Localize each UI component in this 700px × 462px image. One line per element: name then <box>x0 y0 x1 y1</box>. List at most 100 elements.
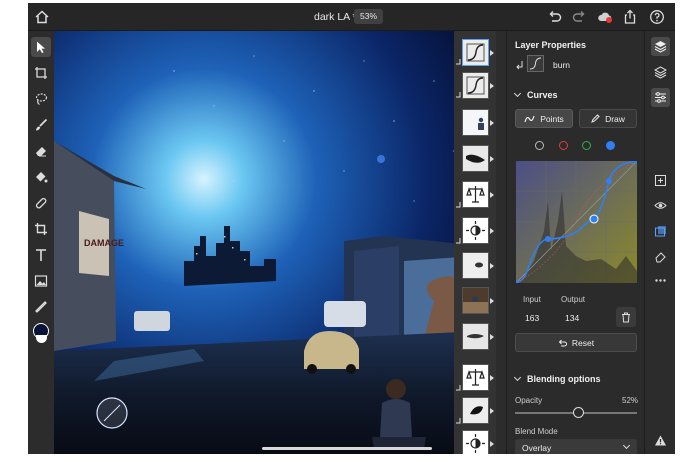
blending-section-header[interactable]: Blending options <box>513 373 601 384</box>
curve-point[interactable] <box>545 236 551 242</box>
curves-section-header[interactable]: Curves <box>513 89 558 100</box>
layer-expand-icon[interactable] <box>490 156 494 162</box>
points-label: Points <box>540 113 564 124</box>
scale-adjustment-icon <box>466 369 485 386</box>
brush-mask-thumbnail <box>467 334 484 339</box>
curves-graph[interactable] <box>516 161 637 283</box>
layers-icon <box>654 41 667 53</box>
layer-thumb[interactable] <box>462 287 489 314</box>
layer-expand-icon[interactable] <box>490 50 494 56</box>
clip-icon <box>516 61 523 70</box>
layer-properties-panel: Layer Properties burn Curves Points Draw <box>506 31 644 454</box>
undo-icon[interactable] <box>547 9 563 25</box>
lasso-tool[interactable] <box>31 89 51 109</box>
blend-mode-value: Overlay <box>522 443 552 453</box>
clip-icon <box>456 202 461 208</box>
input-label: Input <box>523 295 541 304</box>
layer-thumbnail[interactable] <box>527 55 544 72</box>
reset-button[interactable]: Reset <box>515 333 637 352</box>
transform-tool[interactable] <box>31 63 51 83</box>
blend-mode-label: Blend Mode <box>515 427 558 436</box>
more-button[interactable] <box>651 271 670 290</box>
image-tool[interactable] <box>31 271 51 291</box>
channel-red-button[interactable] <box>559 141 568 150</box>
layer-expand-icon[interactable] <box>490 192 494 198</box>
opacity-value[interactable]: 52% <box>622 396 638 405</box>
layer-expand-icon[interactable] <box>490 228 494 234</box>
brush-mask-thumbnail <box>466 154 485 163</box>
visibility-button[interactable] <box>651 196 670 215</box>
layer-expand-icon[interactable] <box>490 120 494 126</box>
arrow-icon <box>37 41 45 53</box>
eyedropper-tool[interactable] <box>31 297 51 317</box>
channel-blue-button[interactable] <box>606 141 615 150</box>
layer-thumb[interactable] <box>462 430 489 454</box>
trash-icon <box>622 312 630 322</box>
fill-tool[interactable] <box>31 167 51 187</box>
layer-expand-icon[interactable] <box>490 375 494 381</box>
home-icon[interactable] <box>34 9 50 25</box>
layer-thumb[interactable] <box>462 39 489 66</box>
layer-expand-icon[interactable] <box>490 408 494 414</box>
share-icon[interactable] <box>622 9 638 25</box>
layer-thumb[interactable] <box>462 364 489 391</box>
layer-stack-button[interactable] <box>651 63 670 82</box>
background-color-swatch[interactable] <box>36 335 47 343</box>
points-mode-button[interactable]: Points <box>515 109 573 128</box>
layer-thumb[interactable] <box>462 109 489 136</box>
cloud-icon[interactable] <box>597 9 613 25</box>
layer-expand-icon[interactable] <box>490 263 494 269</box>
layer-expand-icon[interactable] <box>490 298 494 304</box>
delete-point-button[interactable] <box>616 307 636 327</box>
layer-thumb[interactable] <box>462 323 489 350</box>
eraser-tool[interactable] <box>31 141 51 161</box>
output-label: Output <box>561 295 586 304</box>
zoom-level[interactable]: 53% <box>354 9 383 24</box>
tool-bar <box>28 31 54 454</box>
layer-name[interactable]: burn <box>553 60 570 70</box>
blending-heading: Blending options <box>527 374 601 384</box>
layer-thumb[interactable] <box>462 181 489 208</box>
layer-thumb[interactable] <box>462 397 489 424</box>
reset-label: Reset <box>571 337 595 348</box>
mask-button[interactable] <box>651 222 670 241</box>
layer-thumb[interactable] <box>462 252 489 279</box>
eyedropper-icon <box>35 301 47 313</box>
image-canvas[interactable]: DAMAGE <box>54 31 482 454</box>
adjustments-button[interactable] <box>651 88 670 107</box>
redo-icon[interactable] <box>571 9 587 25</box>
warning-button[interactable] <box>651 431 670 450</box>
draw-mode-button[interactable]: Draw <box>579 109 637 128</box>
points-curve-icon <box>524 115 535 122</box>
panel-title: Layer Properties <box>515 40 587 50</box>
brush-tool[interactable] <box>31 115 51 135</box>
blend-mode-select[interactable]: Overlay <box>515 439 637 454</box>
crop-icon <box>35 223 47 235</box>
crop-tool[interactable] <box>31 219 51 239</box>
photo-thumbnail <box>463 288 488 313</box>
document-title[interactable]: dark LA * <box>314 11 357 23</box>
layer-stack-icon <box>654 66 667 79</box>
heal-tool[interactable] <box>31 193 51 213</box>
channel-green-button[interactable] <box>582 141 591 150</box>
type-tool[interactable] <box>31 245 51 265</box>
draw-label: Draw <box>605 113 625 124</box>
curve-point[interactable] <box>606 178 612 184</box>
help-icon[interactable] <box>649 9 665 25</box>
layer-thumb[interactable] <box>462 217 489 244</box>
input-value[interactable]: 163 <box>525 313 539 323</box>
layer-expand-icon[interactable] <box>490 83 494 89</box>
layer-expand-icon[interactable] <box>490 441 494 447</box>
add-layer-button[interactable] <box>651 171 670 190</box>
layers-button[interactable] <box>651 37 670 56</box>
layer-thumb[interactable] <box>462 145 489 172</box>
select-tool[interactable] <box>31 37 51 57</box>
layer-thumb[interactable] <box>462 72 489 99</box>
layer-expand-icon[interactable] <box>490 334 494 340</box>
curve-point-selected[interactable] <box>589 214 599 224</box>
clip-icon <box>456 59 461 65</box>
clear-layer-button[interactable] <box>651 247 670 266</box>
opacity-slider-thumb[interactable] <box>572 407 584 418</box>
output-value[interactable]: 134 <box>565 313 579 323</box>
channel-rgb-button[interactable] <box>535 141 544 150</box>
